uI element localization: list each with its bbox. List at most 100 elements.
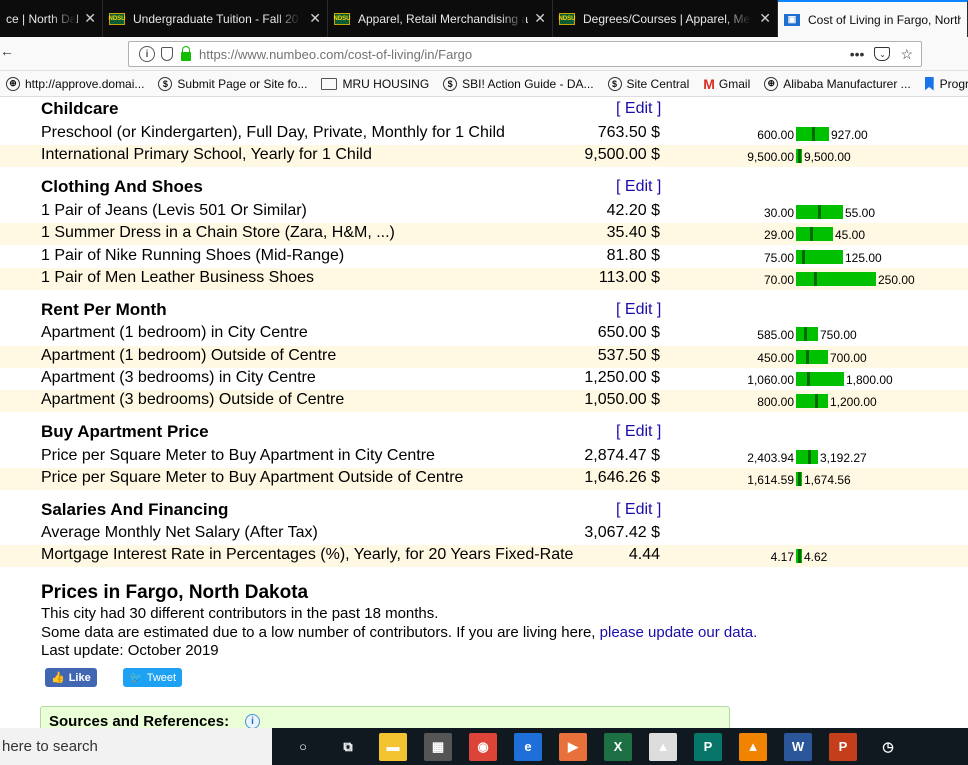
range-low: 70.00 (763, 273, 794, 287)
pocket-icon[interactable]: ⌄ (874, 47, 891, 61)
edit-link[interactable]: [ Edit ] (616, 501, 661, 519)
tab-strip: ce | North Dak ✕ NDSU Undergraduate Tuition… (0, 0, 968, 37)
range-value-marker (814, 272, 817, 286)
edit-link[interactable]: [ Edit ] (616, 100, 661, 118)
range-bar (796, 227, 833, 241)
table-row: Mortgage Interest Rate in Percentages (%… (0, 545, 968, 567)
page-info-icon[interactable]: i (139, 46, 155, 62)
page-content: Prices in Fargo, North Dakota This city … (0, 97, 968, 728)
range-bar (796, 450, 818, 464)
tweet-button[interactable]: 🐦 Tweet (123, 668, 183, 687)
browser-tab[interactable]: ▣ Cost of Living in Fargo, North (778, 0, 968, 37)
page-actions-button[interactable]: ••• (850, 46, 865, 62)
range-high: 1,200.00 (830, 395, 877, 409)
tab-fade (275, 0, 301, 37)
photos-icon[interactable]: ▲ (649, 732, 677, 761)
tracking-shield-icon[interactable] (161, 47, 173, 61)
range-value-marker (810, 227, 813, 241)
file-explorer-icon[interactable]: ▬ (379, 732, 407, 761)
item-label: Mortgage Interest Rate in Percentages (%… (41, 546, 574, 563)
contributors-text: This city had 30 different contributors … (41, 605, 439, 622)
bookmark-item[interactable]: $ Submit Page or Site fo... (158, 76, 308, 91)
browser-tab[interactable]: NDSU Degrees/Courses | Apparel, Me ✕ (553, 0, 778, 37)
estimate-notice: Some data are estimated due to a low num… (41, 624, 757, 641)
item-price: 1,250.00 $ (584, 369, 660, 386)
dollar-icon: $ (607, 76, 622, 91)
bookmark-item[interactable]: M Gmail (703, 76, 750, 92)
close-tab-icon[interactable]: ✕ (309, 10, 321, 27)
item-price: 9,500.00 $ (584, 146, 660, 163)
url-bar[interactable]: i https://www.numbeo.com/cost-of-living/… (128, 41, 922, 67)
range-value-marker (806, 350, 809, 364)
edit-link[interactable]: [ Edit ] (616, 423, 661, 441)
item-label: Price per Square Meter to Buy Apartment … (41, 447, 435, 464)
word-icon[interactable]: W (784, 732, 812, 761)
thumbs-up-icon: 👍 (51, 672, 65, 684)
item-price: 3,067.42 $ (584, 524, 660, 541)
range-bar (796, 327, 818, 341)
table-row: 1 Pair of Nike Running Shoes (Mid-Range)… (0, 246, 968, 268)
bookmark-item[interactable]: ⊕ Alibaba Manufacturer ... (764, 76, 911, 91)
item-price: 81.80 $ (606, 247, 660, 264)
table-row: 1 Pair of Men Leather Business Shoes 113.… (0, 268, 968, 290)
browser-tab[interactable]: NDSU Apparel, Retail Merchandising a ✕ (328, 0, 553, 37)
tweet-label: Tweet (146, 671, 177, 684)
url-text[interactable]: https://www.numbeo.com/cost-of-living/in… (199, 47, 850, 62)
bookmark-item[interactable]: $ SBI! Action Guide - DA... (443, 76, 594, 91)
sources-panel: Sources and References: i (40, 706, 730, 728)
bookmark-label: MRU HOUSING (342, 76, 430, 91)
range-high: 3,192.27 (820, 451, 867, 465)
tab-title: Cost of Living in Fargo, North (808, 12, 961, 27)
item-label: 1 Summer Dress in a Chain Store (Zara, H… (41, 224, 395, 241)
item-price: 763.50 $ (597, 124, 660, 141)
range-low: 800.00 (757, 395, 794, 409)
numbeo-favicon-icon: ▣ (784, 13, 800, 26)
task-view-icon[interactable]: ⧉ (334, 733, 362, 761)
browser-tab[interactable]: NDSU Undergraduate Tuition - Fall 20 ✕ (103, 0, 328, 37)
dollar-icon: $ (158, 76, 173, 91)
section-title: Rent Per Month (41, 300, 167, 319)
range-low: 1,614.59 (747, 473, 794, 487)
table-row: Preschool (or Kindergarten), Full Day, P… (0, 123, 968, 145)
excel-icon[interactable]: X (604, 732, 632, 761)
powerpoint-icon[interactable]: P (829, 732, 857, 761)
lock-icon[interactable] (181, 45, 191, 61)
range-value-marker (798, 472, 801, 486)
vlc-icon[interactable]: ▲ (739, 732, 767, 761)
media-player-icon[interactable]: ▶ (559, 732, 587, 761)
bookmark-item[interactable]: MRU HOUSING (321, 77, 429, 91)
bookmark-star-icon[interactable]: ☆ (900, 46, 913, 63)
ndsu-favicon-icon: NDSU (559, 12, 576, 25)
publisher-icon[interactable]: P (694, 732, 722, 761)
close-tab-icon[interactable]: ✕ (84, 10, 96, 27)
item-label: Apartment (3 bedrooms) in City Centre (41, 369, 316, 386)
navigation-toolbar: ← i https://www.numbeo.com/cost-of-livin… (0, 37, 968, 71)
table-row: Price per Square Meter to Buy Apartment … (0, 468, 968, 490)
close-tab-icon[interactable]: ✕ (534, 10, 546, 27)
bookmark-item[interactable]: $ Site Central (607, 76, 689, 91)
cortana-icon[interactable]: ○ (289, 733, 317, 761)
edit-link[interactable]: [ Edit ] (616, 178, 661, 196)
bookmark-label: Submit Page or Site fo... (177, 76, 308, 91)
tab-fade (50, 0, 76, 37)
range-low: 4.17 (770, 550, 794, 564)
browser-tab[interactable]: ce | North Dak ✕ (0, 0, 103, 37)
edge-icon[interactable]: e (514, 732, 542, 761)
item-price: 650.00 $ (597, 324, 660, 341)
edit-link[interactable]: [ Edit ] (616, 301, 661, 319)
alarm-clock-icon[interactable]: ◷ (874, 733, 902, 761)
item-price: 4.44 (628, 546, 660, 563)
chrome-icon[interactable]: ◉ (469, 732, 497, 761)
close-tab-icon[interactable]: ✕ (759, 10, 771, 27)
range-bar (796, 272, 876, 286)
calculator-icon[interactable]: ▦ (424, 732, 452, 761)
facebook-like-button[interactable]: 👍 Like (45, 668, 97, 687)
update-data-link[interactable]: please update our data. (600, 624, 758, 641)
bookmark-item[interactable]: Progra (924, 76, 968, 91)
info-circle-icon[interactable]: i (245, 714, 260, 728)
range-high: 700.00 (830, 351, 867, 365)
taskbar-search-box[interactable]: here to search (0, 728, 272, 765)
section-title: Clothing And Shoes (41, 177, 203, 196)
bookmark-item[interactable]: ⊕ http://approve.domai... (6, 76, 144, 91)
back-arrow-icon[interactable]: ← (0, 43, 14, 59)
